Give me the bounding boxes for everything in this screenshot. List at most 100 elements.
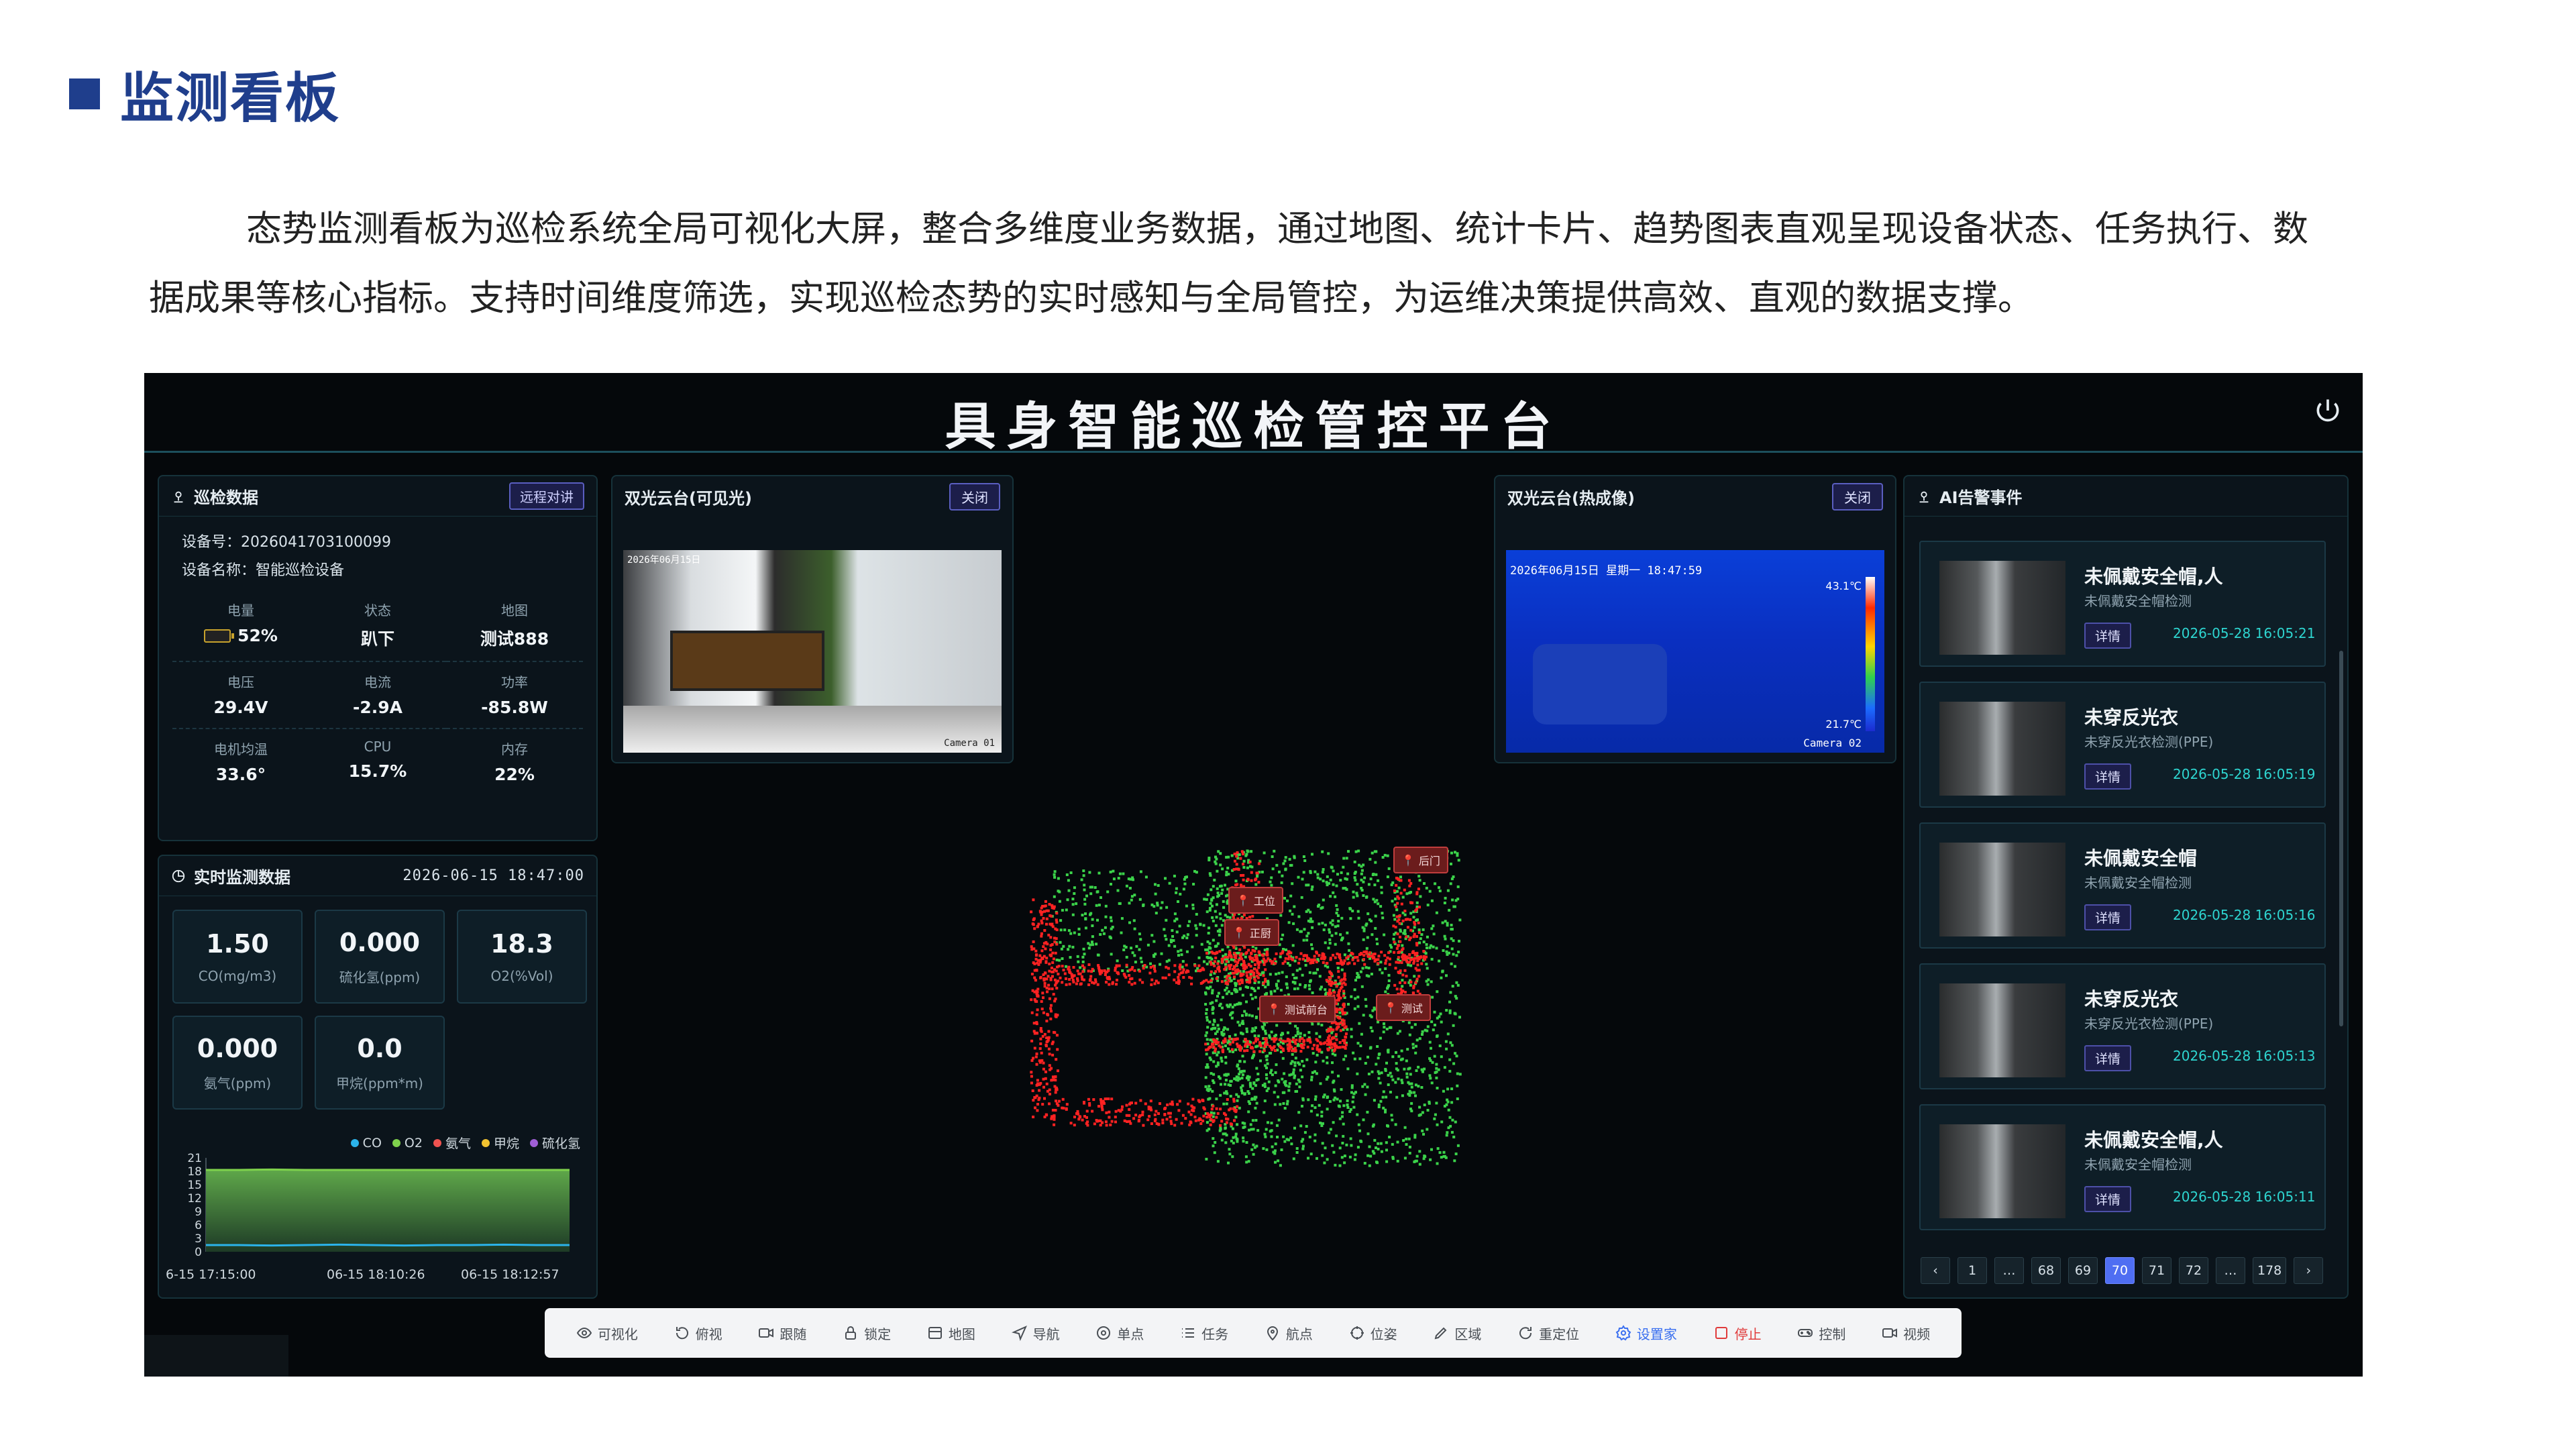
alarm-item[interactable]: 未佩戴安全帽,人 未佩戴安全帽检测 详情 2026-05-28 16:05:21 (1919, 541, 2326, 667)
alarm-item[interactable]: 未佩戴安全帽,人 未佩戴安全帽检测 详情 2026-05-28 16:05:11 (1919, 1104, 2326, 1230)
page-button[interactable]: 70 (2105, 1257, 2135, 1284)
legend-label: 硫化氢 (541, 1136, 580, 1151)
patrol-panel-title: 巡检数据 (194, 488, 258, 507)
legend-item-co[interactable]: CO (350, 1134, 382, 1152)
page-button[interactable]: 1 (1957, 1257, 1987, 1284)
alarm-detail-button[interactable]: 详情 (2084, 763, 2132, 790)
map-label-workstation[interactable]: 📍 工位 (1228, 887, 1283, 914)
toolbar-button[interactable]: 控制 (1797, 1324, 1845, 1343)
map-label-test-front-desk[interactable]: 📍 测试前台 (1259, 996, 1336, 1022)
toolbar-button[interactable]: 区域 (1433, 1324, 1481, 1343)
toolbar-button[interactable]: 俯视 (674, 1324, 722, 1343)
stat-voltage: 电压 29.4V (172, 662, 309, 729)
toolbar-button[interactable]: 视频 (1882, 1324, 1930, 1343)
toolbar-label: 跟随 (780, 1326, 807, 1342)
toolbar-button[interactable]: 位姿 (1349, 1324, 1397, 1343)
x-tick-label: 6-15 17:15:00 (166, 1267, 256, 1282)
toolbar-button[interactable]: 锁定 (843, 1324, 891, 1343)
alarm-time: 2026-05-28 16:05:16 (2173, 907, 2316, 923)
alarm-detail-button[interactable]: 详情 (2084, 1186, 2132, 1212)
alarm-snapshot-image[interactable] (1939, 561, 2065, 655)
legend-label: 甲烷 (493, 1136, 519, 1151)
visible-camera-panel: 双光云台(可见光) 关闭 2026年06月15日 Camera 01 (611, 475, 1014, 763)
stat-value-row: 52% (172, 626, 309, 645)
metric-value: 0.0 (357, 1033, 402, 1063)
map-label-text: 正厨 (1249, 927, 1271, 940)
bottom-left-box (144, 1335, 288, 1377)
page-button[interactable]: 72 (2179, 1257, 2208, 1284)
visible-camera-label: Camera 01 (944, 738, 995, 749)
alarm-detail-button[interactable]: 详情 (2084, 623, 2132, 649)
alarm-item[interactable]: 未穿反光衣 未穿反光衣检测(PPE) 详情 2026-05-28 16:05:1… (1919, 963, 2326, 1089)
app-title: 具身智能巡检管控平台 (945, 396, 1562, 456)
alarm-title: 未穿反光衣 (2084, 988, 2179, 1010)
toolbar-button[interactable]: 单点 (1095, 1324, 1144, 1343)
thermal-camera-close-button[interactable]: 关闭 (1832, 482, 1883, 511)
visible-camera-feed: 2026年06月15日 Camera 01 (623, 550, 1002, 753)
list-icon (1182, 1328, 1195, 1338)
map-label-kitchen[interactable]: 📍 正厨 (1224, 919, 1279, 946)
toolbar-button[interactable]: 地图 (927, 1324, 975, 1343)
alarm-list: 未佩戴安全帽,人 未佩戴安全帽检测 详情 2026-05-28 16:05:21… (1919, 541, 2326, 1245)
page-button[interactable]: … (2216, 1257, 2245, 1284)
metric-value: 0.000 (197, 1033, 278, 1063)
point-cloud-map[interactable]: 📍 后门 📍 工位 📍 正厨 📍 测试前台 📍 测试 (949, 796, 1566, 1238)
toolbar-button[interactable]: 设置家 (1615, 1324, 1677, 1343)
ai-alarm-panel: AI告警事件 未佩戴安全帽,人 未佩戴安全帽检测 详情 2026-05-28 1… (1903, 475, 2349, 1299)
alarm-scrollbar[interactable] (2339, 651, 2343, 1026)
device-name: 设备名称：智能巡检设备 (182, 562, 345, 579)
legend-item-h2s[interactable]: 硫化氢 (529, 1134, 580, 1152)
page-button[interactable]: 178 (2253, 1257, 2287, 1284)
map-icon (928, 1327, 942, 1339)
page-button[interactable]: ‹ (1921, 1257, 1950, 1284)
metric-label: O2(%Vol) (490, 968, 553, 984)
toolbar-button[interactable]: 航点 (1265, 1324, 1313, 1343)
legend-item-ch4[interactable]: 甲烷 (481, 1134, 519, 1152)
power-icon[interactable] (2313, 396, 2343, 425)
stat-value: -85.8W (481, 698, 548, 717)
legend-item-o2[interactable]: O2 (392, 1134, 423, 1152)
alarm-item[interactable]: 未佩戴安全帽 未佩戴安全帽检测 详情 2026-05-28 16:05:16 (1919, 822, 2326, 949)
toolbar-button[interactable]: 跟随 (758, 1324, 806, 1343)
alarm-detail-button[interactable]: 详情 (2084, 1045, 2132, 1071)
legend-label: 氨气 (445, 1136, 471, 1151)
remote-talk-button[interactable]: 远程对讲 (509, 482, 584, 510)
stat-label: 功率 (501, 674, 528, 690)
map-pin-icon: 📍 (1236, 894, 1250, 907)
series-line-co (206, 1243, 570, 1247)
stat-value: 趴下 (360, 629, 394, 649)
alarm-snapshot-image[interactable] (1939, 1124, 2065, 1218)
toolbar-label: 单点 (1117, 1326, 1144, 1342)
toolbar-button[interactable]: 导航 (1011, 1324, 1060, 1343)
page-button[interactable]: › (2294, 1257, 2324, 1284)
y-tick-label: 0 (195, 1246, 202, 1259)
location-icon (1919, 491, 1929, 502)
metric-value: 0.000 (339, 927, 421, 957)
toolbar-label: 重定位 (1539, 1326, 1580, 1342)
thermal-camera-header: 双光云台(热成像) 关闭 (1495, 476, 1895, 517)
visible-camera-close-button[interactable]: 关闭 (949, 482, 1000, 511)
map-label-back-door[interactable]: 📍 后门 (1393, 847, 1448, 873)
rotate-icon (676, 1327, 688, 1340)
alarm-detail-button[interactable]: 详情 (2084, 904, 2132, 930)
page-button[interactable]: 71 (2142, 1257, 2171, 1284)
alarm-item[interactable]: 未穿反光衣 未穿反光衣检测(PPE) 详情 2026-05-28 16:05:1… (1919, 682, 2326, 808)
toolbar-button[interactable]: 重定位 (1517, 1324, 1579, 1343)
page-button[interactable]: 69 (2068, 1257, 2098, 1284)
alarm-snapshot-image[interactable] (1939, 983, 2065, 1077)
map-label-test[interactable]: 📍 测试 (1376, 994, 1431, 1021)
legend-item-nh3[interactable]: 氨气 (433, 1134, 471, 1152)
home-gear-icon (1615, 1325, 1631, 1341)
visible-camera-title: 双光云台(可见光) (625, 488, 752, 508)
metric-nh3: 0.000 氨气(ppm) (172, 1016, 303, 1110)
ai-alarm-title: AI告警事件 (1939, 488, 2023, 507)
toolbar-button[interactable]: 可视化 (576, 1324, 638, 1343)
metric-label: 氨气(ppm) (203, 1075, 272, 1091)
thermal-camera-label: Camera 02 (1803, 737, 1862, 749)
page-button[interactable]: … (1994, 1257, 2024, 1284)
alarm-snapshot-image[interactable] (1939, 843, 2065, 936)
page-button[interactable]: 68 (2031, 1257, 2061, 1284)
alarm-snapshot-image[interactable] (1939, 702, 2065, 796)
toolbar-button[interactable]: 任务 (1180, 1324, 1228, 1343)
toolbar-button[interactable]: 停止 (1713, 1324, 1762, 1343)
